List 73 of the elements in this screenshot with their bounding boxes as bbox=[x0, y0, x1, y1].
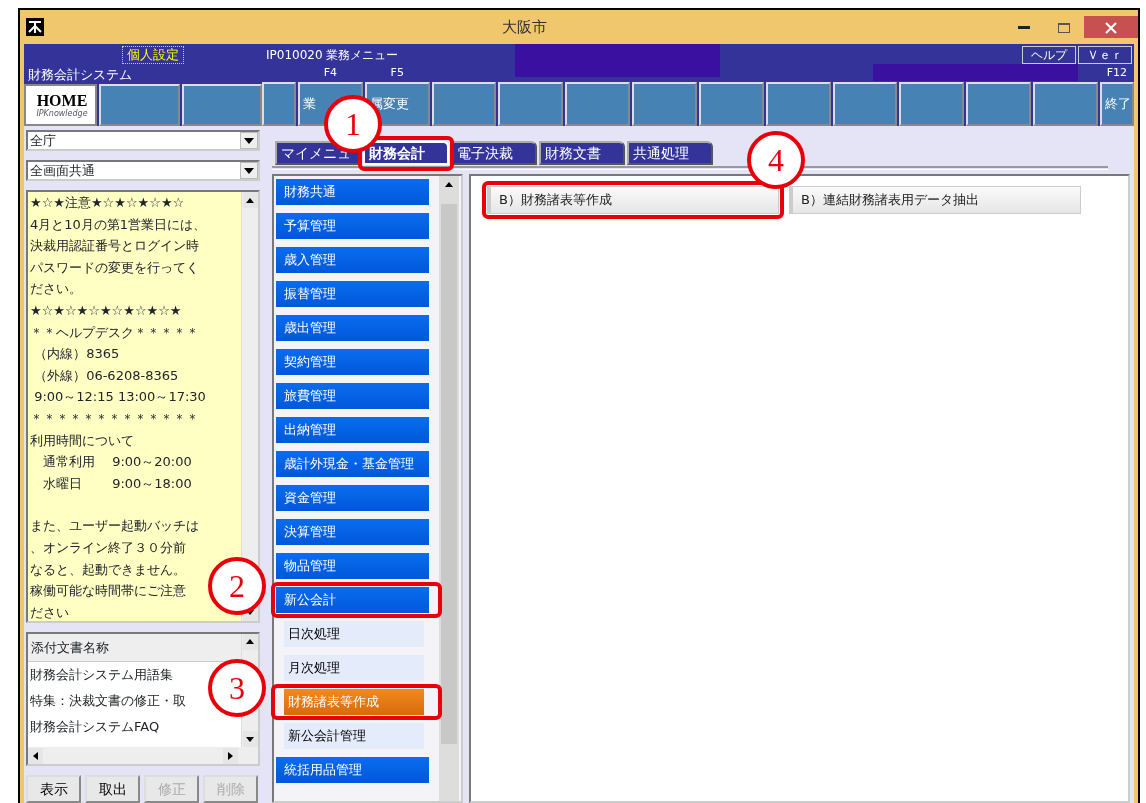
attachment-item[interactable]: 財務会計システムFAQ bbox=[28, 713, 160, 740]
key-label: F4 bbox=[323, 66, 338, 79]
scroll-left-icon bbox=[28, 747, 43, 764]
callout-badge: 4 bbox=[747, 131, 805, 189]
maximize-icon bbox=[1058, 22, 1070, 33]
menu-item[interactable]: 歳出管理 bbox=[276, 315, 429, 341]
menu-item[interactable]: 日次処理 bbox=[284, 621, 424, 647]
close-icon bbox=[1105, 21, 1117, 34]
notice-line: ださい bbox=[30, 603, 69, 621]
notice-line: （内線）8365 bbox=[33, 345, 120, 364]
notice-line: ＊＊＊＊＊＊＊＊＊＊＊＊＊ bbox=[30, 409, 199, 428]
dropdown[interactable]: 全庁 bbox=[26, 130, 260, 151]
screen-title: IP010020 業務メニュー bbox=[266, 47, 399, 64]
column-header: 添付文書名称 bbox=[28, 633, 241, 662]
menu-item[interactable]: 資金管理 bbox=[276, 485, 429, 511]
menu-item[interactable]: 新公会計管理 bbox=[284, 723, 424, 749]
notice-line: パスワードの変更を行ってく bbox=[30, 258, 199, 277]
action-button[interactable]: 表示 bbox=[26, 775, 81, 803]
menu-button[interactable]: B）連結財務諸表用データ抽出 bbox=[789, 186, 1081, 214]
window-title: 大阪市 bbox=[501, 17, 547, 36]
menu-item[interactable]: 歳入管理 bbox=[276, 247, 429, 273]
notice-line: 決裁用認証番号とログイン時 bbox=[30, 237, 199, 256]
notice-line: 4月と10月の第1営業日には、 bbox=[30, 215, 207, 234]
menu-item[interactable]: 新公会計 bbox=[276, 587, 429, 613]
tab[interactable]: 財務文書 bbox=[539, 141, 625, 165]
notice-line: 、オンライン終了３０分前 bbox=[30, 538, 186, 557]
notice-line: ★☆★☆★☆★☆★☆★☆★ bbox=[30, 301, 182, 320]
menu-item[interactable]: 決算管理 bbox=[276, 519, 429, 545]
scroll-right-icon bbox=[223, 747, 238, 764]
menu-item[interactable]: 統括用品管理 bbox=[276, 757, 429, 783]
notice-line: ★☆★注意★☆★☆★☆★☆ bbox=[30, 194, 185, 212]
notice-line: ださい。 bbox=[30, 280, 82, 299]
function-key[interactable] bbox=[832, 82, 898, 126]
menu-item[interactable]: 物品管理 bbox=[276, 553, 429, 579]
menu-item[interactable]: 歳計外現金・基金管理 bbox=[276, 451, 429, 477]
notice-line: 稼働可能な時間帯にご注意 bbox=[30, 582, 186, 601]
dropdown[interactable]: 全画面共通 bbox=[26, 160, 260, 181]
scrollbar[interactable] bbox=[439, 176, 459, 801]
action-button[interactable]: 取出 bbox=[85, 775, 140, 803]
key-label: F5 bbox=[390, 66, 404, 79]
settings-button[interactable]: 個人設定 bbox=[122, 46, 184, 64]
attachment-item[interactable]: 特集：決裁文書の修正・取 bbox=[28, 687, 186, 714]
tab[interactable]: 電子決裁 bbox=[451, 141, 537, 165]
menu-item[interactable]: 出納管理 bbox=[276, 417, 429, 443]
function-key[interactable]: 終了 bbox=[1099, 82, 1134, 126]
menu-item[interactable]: 予算管理 bbox=[276, 213, 429, 239]
tab[interactable]: 共通処理 bbox=[627, 141, 713, 165]
menu-item[interactable]: 契約管理 bbox=[276, 349, 429, 375]
help-button[interactable]: ヘルプ bbox=[1022, 46, 1076, 64]
app-icon bbox=[26, 18, 44, 36]
minimize-icon bbox=[1018, 25, 1030, 30]
notice-line: 利用時間について bbox=[30, 431, 134, 450]
key-label: F12 bbox=[1106, 66, 1128, 79]
close-button[interactable] bbox=[1084, 16, 1138, 38]
notice-line: 水曜日 9:00～18:00 bbox=[42, 474, 192, 493]
notice-line: （外線）06-6208-8365 bbox=[33, 366, 179, 385]
menu-item[interactable]: 財務共通 bbox=[276, 179, 429, 205]
home-button[interactable]: HOME IPKnowledge bbox=[24, 84, 97, 126]
scrollbar[interactable] bbox=[28, 747, 258, 764]
tab[interactable]: 財務会計 bbox=[363, 141, 449, 165]
menu-item[interactable]: 振替管理 bbox=[276, 281, 429, 307]
notice-line: なると、起動できません。 bbox=[30, 560, 186, 579]
menu-item[interactable]: 旅費管理 bbox=[276, 383, 429, 409]
notice-line: また、ユーザー起動バッチは bbox=[30, 517, 199, 536]
function-key[interactable] bbox=[431, 82, 497, 126]
menu-button[interactable]: B）財務諸表等作成 bbox=[487, 186, 779, 214]
system-name: 財務会計システム bbox=[28, 66, 132, 82]
notice-line: ＊＊ヘルプデスク＊＊＊＊＊ bbox=[30, 323, 199, 342]
notice-line: 9:00～12:15 13:00～17:30 bbox=[33, 388, 206, 407]
menu-item[interactable]: 月次処理 bbox=[284, 655, 424, 681]
notice-line: 通常利用 9:00～20:00 bbox=[42, 453, 192, 472]
version-button[interactable]: Ｖｅｒ bbox=[1078, 46, 1132, 64]
attachment-item[interactable]: 財務会計システム用語集 bbox=[28, 661, 173, 688]
